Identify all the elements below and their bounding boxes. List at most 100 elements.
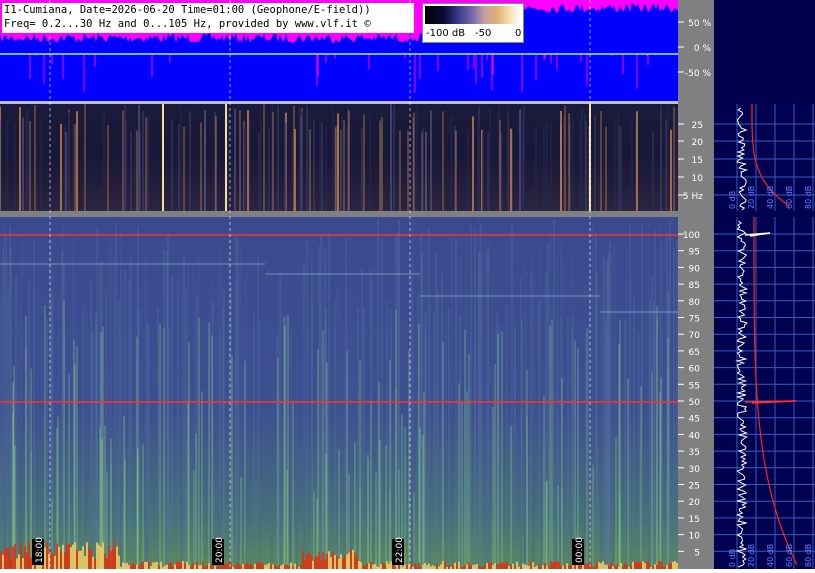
vlf-low-freq-activity [148,561,150,569]
vlf-low-freq-activity [666,565,668,569]
time-label: 20:00 [212,537,225,565]
vlf-low-freq-activity [270,564,272,569]
vlf-low-freq-activity [524,564,526,569]
vlf-low-freq-activity [56,543,58,569]
vlf-low-freq-activity [68,543,70,569]
vlf-low-freq-activity [256,562,258,569]
vlf-low-freq-activity [414,563,416,569]
vlf-low-freq-activity [248,564,250,569]
vlf-tick-label: 75 [689,315,700,325]
spectrum-db-label: 80 dB [804,544,813,567]
vlf-tick-label: 55 [689,381,700,391]
vlf-low-freq-activity [250,563,252,569]
vlf-low-freq-activity [184,563,186,569]
amplitude-tick-label: 0 % [694,44,712,54]
vlf-low-freq-activity [510,564,512,569]
vlf-low-freq-activity [166,564,168,569]
vlf-low-freq-activity [490,562,492,569]
vlf-low-freq-activity [14,544,16,569]
vlf-low-freq-activity [128,565,130,569]
vlf-low-freq-activity [380,564,382,569]
vlf-low-freq-activity [92,556,94,569]
vlf-low-freq-activity [464,565,466,569]
vlf-low-freq-activity [106,558,108,569]
vlf-low-freq-activity [258,562,260,569]
vlf-low-freq-activity [226,563,228,569]
vlf-low-freq-activity [168,562,170,569]
vlf-low-freq-activity [632,561,634,569]
vlf-tick-label: 90 [689,264,701,274]
vlf-low-freq-activity [218,564,220,569]
vlf-spectrogram [0,217,678,569]
vlf-low-freq-activity [344,555,346,569]
vlf-low-freq-activity [26,551,28,569]
vlf-low-freq-activity [652,565,654,569]
vlf-low-freq-activity [54,555,56,569]
vlf-low-freq-activity [458,561,460,569]
elf-tick-label: 20 [692,138,704,148]
vlf-low-freq-activity [656,565,658,569]
vlf-low-freq-activity [30,557,32,569]
vlf-low-freq-activity [634,562,636,569]
vlf-low-freq-activity [264,564,266,569]
vlf-low-freq-activity [242,564,244,569]
vlf-low-freq-activity [502,562,504,569]
vlf-low-freq-activity [600,563,602,569]
vlf-low-freq-activity [82,546,84,569]
vlf-tick-label: 40 [689,431,701,441]
header-info: I1-Cumiana, Date=2026-06-20 Time=01:00 (… [2,3,414,33]
vlf-low-freq-activity [676,562,678,569]
vlf-low-freq-activity [324,559,326,569]
vlf-low-freq-activity [488,562,490,569]
spectrum-db-text: 20 dB [747,544,756,567]
elf-tick-label: 5 Hz [683,192,703,202]
vlf-low-freq-activity [66,544,68,569]
vlf-low-freq-activity [194,564,196,569]
vlf-low-freq-activity [164,565,166,569]
vlf-low-freq-activity [286,564,288,569]
vlf-low-freq-activity [352,549,354,569]
vlf-low-freq-activity [198,565,200,569]
vlf-low-freq-activity [206,564,208,569]
spectrum-db-text: 80 dB [804,544,813,567]
vlf-low-freq-activity [180,561,182,569]
vlf-low-freq-activity [388,563,390,569]
vlf-low-freq-activity [606,565,608,569]
vlf-low-freq-activity [208,563,210,569]
vlf-low-freq-activity [98,544,100,569]
vlf-low-freq-activity [46,542,48,569]
vlf-tick-label: 35 [689,448,700,458]
vlf-low-freq-activity [554,562,556,569]
vlf-low-freq-activity [318,552,320,569]
vlf-low-freq-activity [374,563,376,569]
vlf-low-freq-activity [116,546,118,569]
elf-tick-label: 15 [692,156,703,166]
vlf-low-freq-activity [424,563,426,569]
vlf-tick-label: 65 [689,348,700,358]
vlf-low-freq-activity [492,564,494,569]
vlf-low-freq-activity [338,558,340,569]
vlf-low-freq-activity [648,562,650,569]
vlf-low-freq-activity [506,561,508,569]
vlf-low-freq-activity [354,552,356,569]
vlf-low-freq-activity [62,544,64,569]
color-scale-mid-label: -50 [475,28,492,39]
vlf-low-freq-activity [384,564,386,569]
vlf-low-freq-activity [114,541,116,569]
vlf-tick-label: 10 [689,532,701,542]
vlf-low-freq-activity [110,551,112,569]
spectrum-db-label: 40 dB [766,186,775,209]
vlf-low-freq-activity [428,563,430,569]
vlf-low-freq-activity [586,563,588,569]
vlf-low-freq-activity [440,564,442,569]
vlf-tick-label: 30 [689,465,701,475]
vlf-low-freq-activity [436,563,438,569]
vlf-low-freq-activity [526,565,528,569]
vlf-low-freq-activity [152,562,154,569]
vlf-low-freq-activity [330,557,332,569]
vlf-low-freq-activity [22,558,24,569]
vlf-low-freq-activity [134,564,136,569]
vlf-low-freq-activity [326,553,328,569]
vlf-tick-label: 60 [689,365,701,375]
vlf-low-freq-activity [328,551,330,569]
